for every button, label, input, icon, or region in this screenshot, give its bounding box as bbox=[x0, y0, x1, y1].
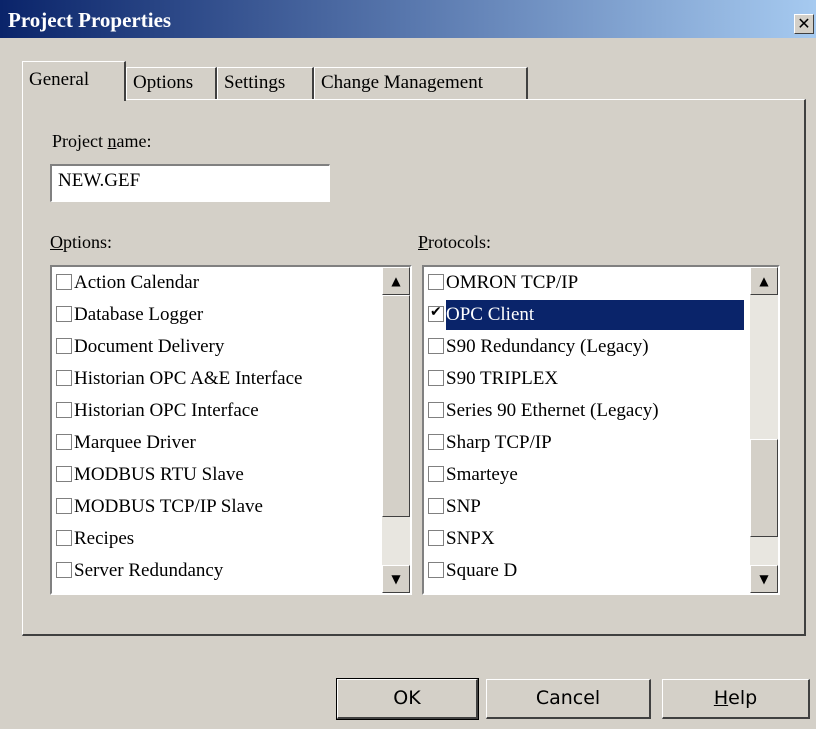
close-button[interactable]: ✕ bbox=[794, 14, 814, 34]
checkbox[interactable] bbox=[56, 434, 72, 450]
checkbox[interactable] bbox=[428, 274, 444, 290]
list-item[interactable]: Server Redundancy bbox=[56, 556, 223, 586]
help-button[interactable]: Help bbox=[662, 679, 810, 719]
list-item[interactable]: SNP bbox=[428, 492, 481, 522]
protocols-label: Protocols: bbox=[418, 232, 492, 252]
scroll-thumb[interactable] bbox=[750, 439, 778, 537]
arrow-down-icon: ▼ bbox=[759, 572, 769, 586]
protocols-scrollbar[interactable]: ▲ ▼ bbox=[750, 267, 778, 593]
tab-change-management[interactable]: Change Management bbox=[314, 67, 528, 100]
checkbox[interactable] bbox=[56, 498, 72, 514]
options-label: Options: bbox=[50, 232, 113, 252]
list-item[interactable]: Database Logger bbox=[56, 300, 203, 330]
window-title: Project Properties bbox=[8, 8, 172, 32]
tab-settings[interactable]: Settings bbox=[217, 67, 314, 100]
checkbox[interactable] bbox=[56, 306, 72, 322]
list-item[interactable]: Smarteye bbox=[428, 460, 518, 490]
list-item[interactable]: Historian OPC Interface bbox=[56, 396, 259, 426]
checkbox[interactable] bbox=[428, 338, 444, 354]
close-icon: ✕ bbox=[797, 14, 811, 33]
list-item[interactable]: Recipes bbox=[56, 524, 134, 554]
scroll-down-button[interactable]: ▼ bbox=[750, 565, 778, 593]
list-item[interactable]: Square D bbox=[428, 556, 517, 586]
scroll-up-button[interactable]: ▲ bbox=[382, 267, 410, 295]
checkbox[interactable] bbox=[428, 562, 444, 578]
options-listbox[interactable]: Action Calendar Database Logger Document… bbox=[50, 265, 412, 595]
list-item[interactable]: SNPX bbox=[428, 524, 495, 554]
tab-options[interactable]: Options bbox=[126, 67, 217, 100]
arrow-up-icon: ▲ bbox=[391, 274, 401, 288]
scroll-up-button[interactable]: ▲ bbox=[750, 267, 778, 295]
checkbox-checked[interactable]: ✔ bbox=[428, 304, 444, 322]
checkbox[interactable] bbox=[428, 402, 444, 418]
list-item[interactable]: Marquee Driver bbox=[56, 428, 196, 458]
cancel-button[interactable]: Cancel bbox=[486, 679, 651, 719]
list-item[interactable]: Series 90 Ethernet (Legacy) bbox=[428, 396, 659, 426]
checkbox[interactable] bbox=[56, 370, 72, 386]
list-item[interactable]: S90 Redundancy (Legacy) bbox=[428, 332, 649, 362]
checkbox[interactable] bbox=[56, 562, 72, 578]
project-name-field[interactable]: NEW.GEF bbox=[50, 164, 330, 202]
list-item[interactable]: Sharp TCP/IP bbox=[428, 428, 552, 458]
checkbox[interactable] bbox=[56, 274, 72, 290]
list-item[interactable]: MODBUS TCP/IP Slave bbox=[56, 492, 263, 522]
list-item[interactable]: MODBUS RTU Slave bbox=[56, 460, 244, 490]
checkbox[interactable] bbox=[56, 402, 72, 418]
checkbox[interactable] bbox=[428, 466, 444, 482]
checkbox[interactable] bbox=[428, 434, 444, 450]
checkbox[interactable] bbox=[428, 530, 444, 546]
scroll-thumb[interactable] bbox=[382, 295, 410, 517]
ok-button[interactable]: OK bbox=[336, 678, 479, 720]
list-item[interactable]: S90 TRIPLEX bbox=[428, 364, 558, 394]
arrow-up-icon: ▲ bbox=[759, 274, 769, 288]
check-icon: ✔ bbox=[430, 304, 442, 320]
list-item[interactable]: Document Delivery bbox=[56, 332, 224, 362]
checkbox[interactable] bbox=[428, 498, 444, 514]
checkbox[interactable] bbox=[428, 370, 444, 386]
list-item-selected[interactable]: ✔ OPC Client bbox=[428, 300, 535, 330]
list-item[interactable]: Historian OPC A&E Interface bbox=[56, 364, 302, 394]
protocols-listbox[interactable]: OMRON TCP/IP ✔ OPC Client S90 Redundancy … bbox=[422, 265, 780, 595]
arrow-down-icon: ▼ bbox=[391, 572, 401, 586]
title-bar: Project Properties ✕ bbox=[0, 0, 816, 38]
checkbox[interactable] bbox=[56, 338, 72, 354]
list-item[interactable]: OMRON TCP/IP bbox=[428, 268, 578, 298]
checkbox[interactable] bbox=[56, 466, 72, 482]
options-scrollbar[interactable]: ▲ ▼ bbox=[382, 267, 410, 593]
tab-general[interactable]: General bbox=[22, 61, 126, 101]
scroll-down-button[interactable]: ▼ bbox=[382, 565, 410, 593]
checkbox[interactable] bbox=[56, 530, 72, 546]
list-item[interactable]: Action Calendar bbox=[56, 268, 199, 298]
project-name-label: Project name: bbox=[52, 131, 152, 151]
